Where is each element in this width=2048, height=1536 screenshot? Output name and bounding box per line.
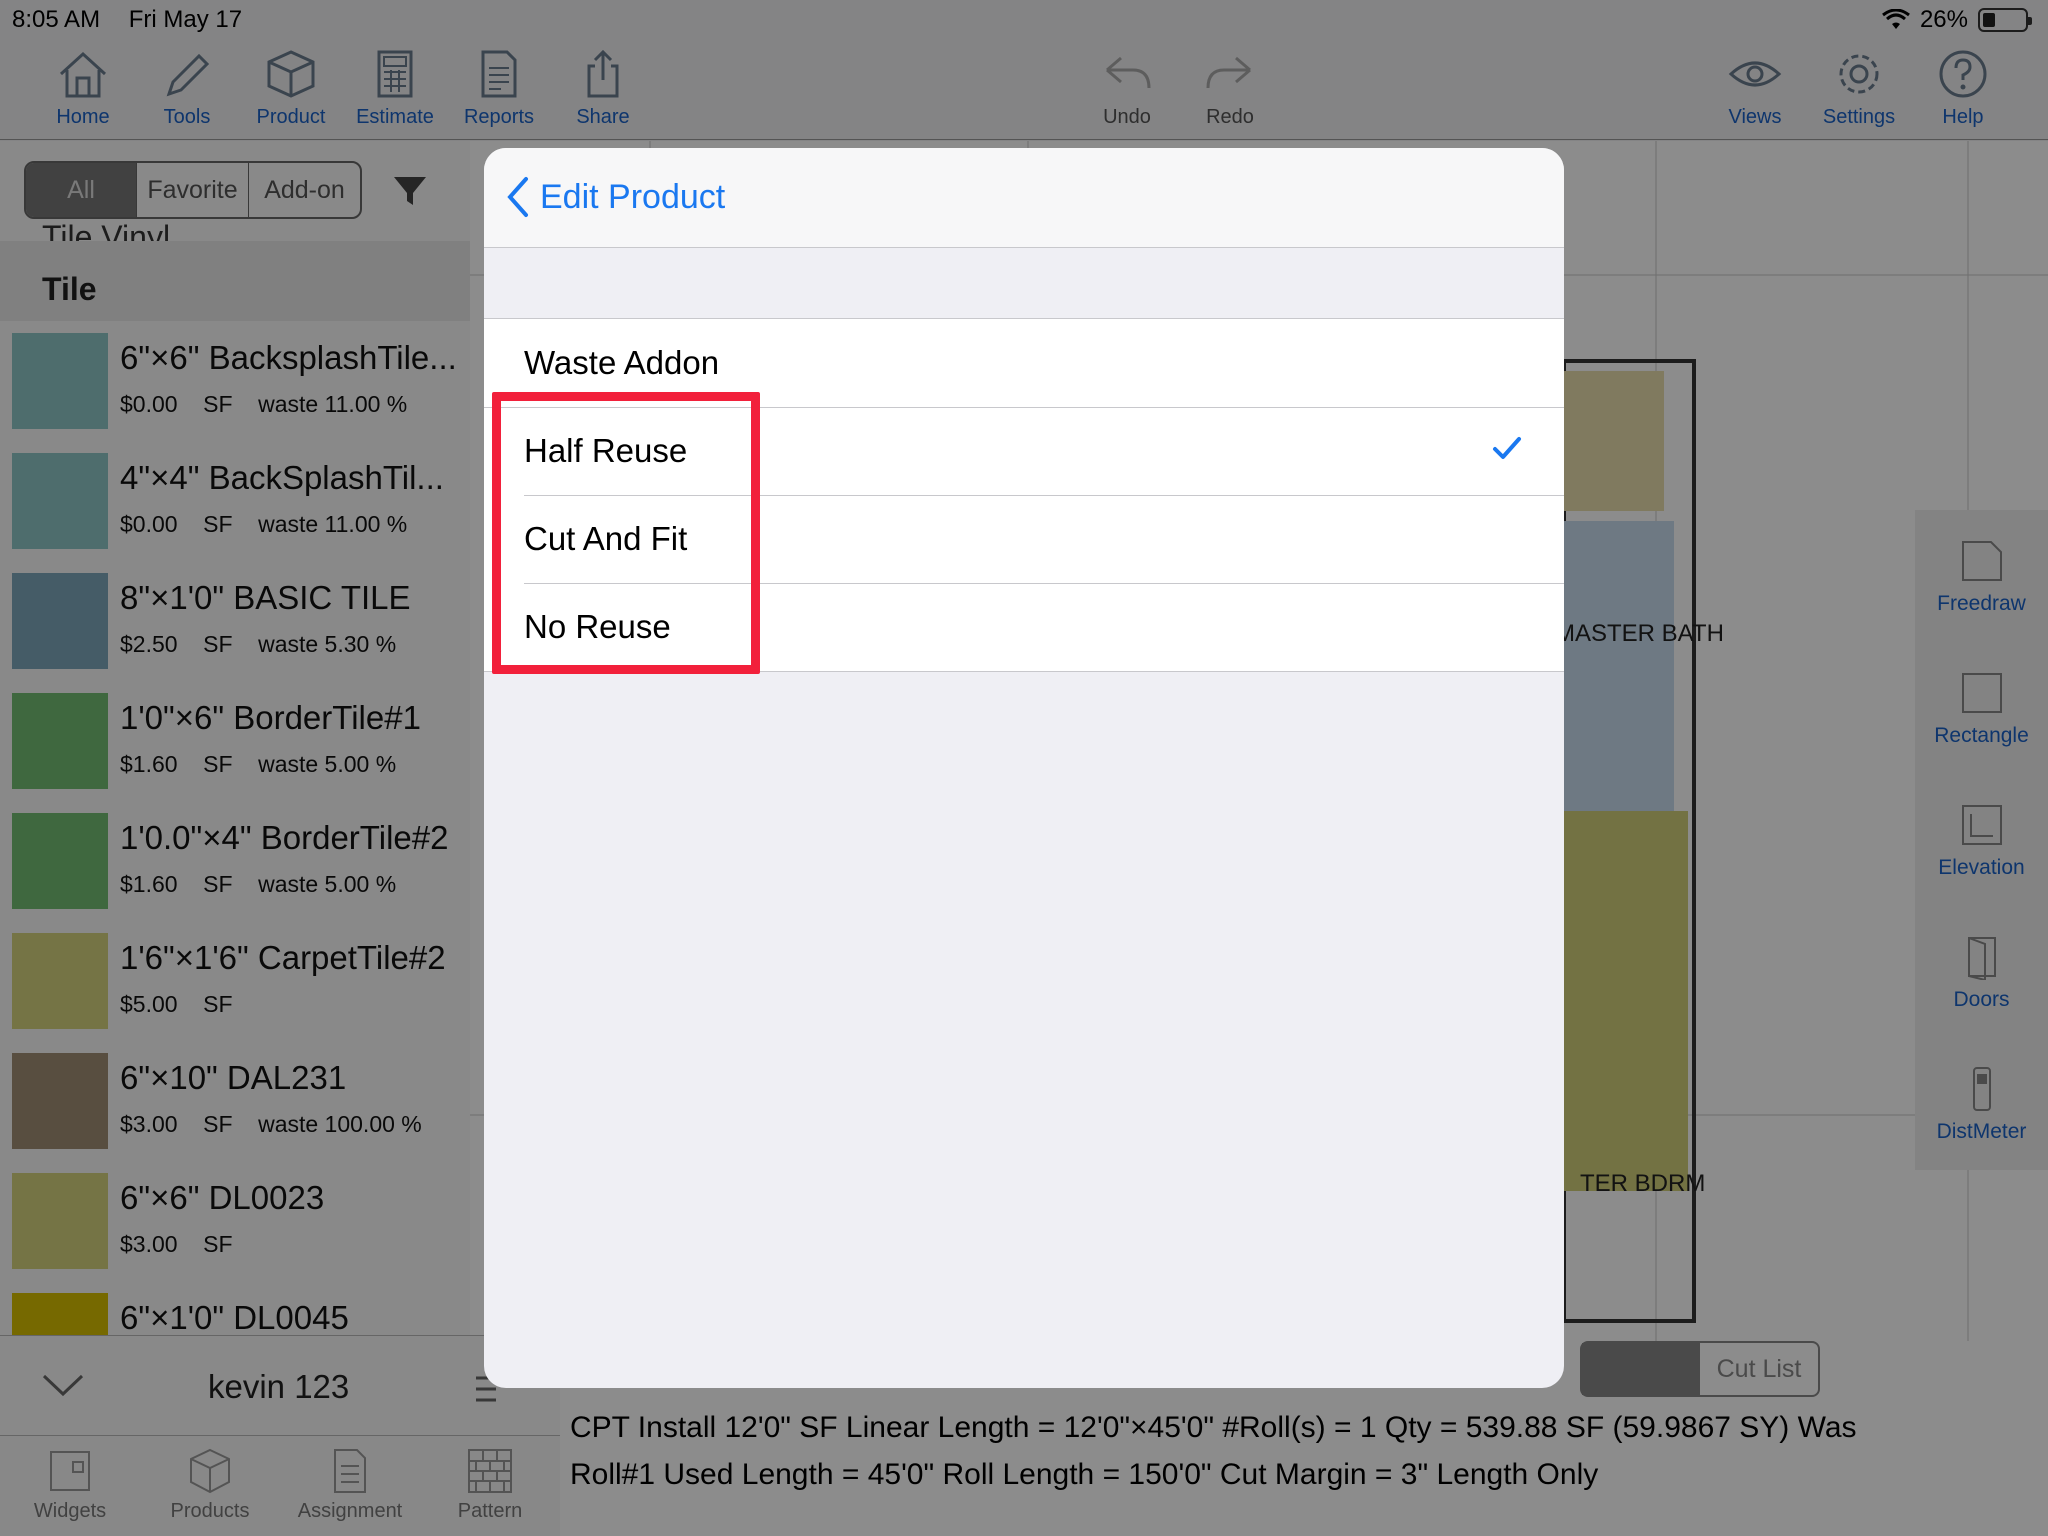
- edit-product-popover: Edit Product Waste Addon Half Reuse Cut …: [484, 148, 1564, 1388]
- popover-header: Edit Product: [484, 148, 1564, 248]
- checkmark-icon: [1493, 437, 1521, 459]
- back-button[interactable]: Edit Product: [506, 176, 725, 218]
- chevron-left-icon: [507, 177, 528, 217]
- annotation-highlight-box: [492, 392, 760, 674]
- back-label: Edit Product: [540, 177, 726, 216]
